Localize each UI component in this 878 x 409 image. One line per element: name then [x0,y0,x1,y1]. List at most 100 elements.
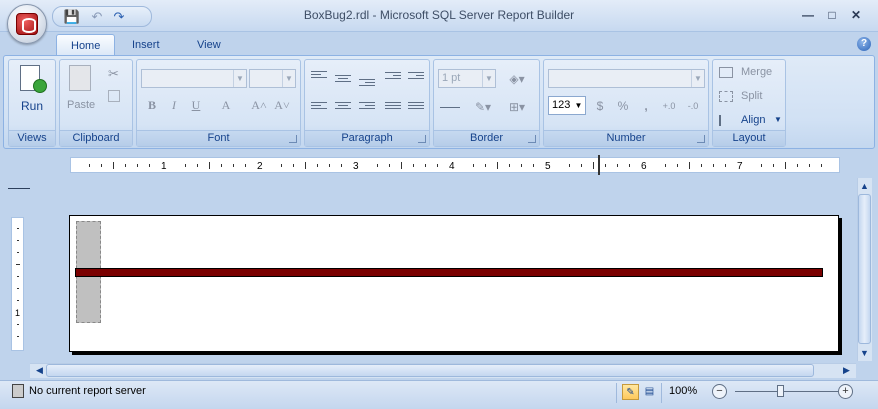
font-group: ▼ ▼ B I U A A˄ A˅ Font [136,59,301,147]
merge-button[interactable]: Merge [717,64,783,82]
align-top-icon[interactable] [311,71,327,83]
increase-decimal-button[interactable]: +.0 [658,96,680,116]
split-icon [719,91,733,102]
numbering-icon[interactable] [408,102,424,114]
server-icon [12,384,24,398]
ribbon-tabs: Home Insert View ? [0,32,878,56]
minimize-button[interactable]: — [798,7,818,23]
ribbon: Run Views Paste ✂ Clipboard ▼ ▼ B I U A … [3,55,875,149]
ruler-corner [8,188,30,189]
chevron-down-icon: ▼ [774,115,782,124]
align-button[interactable]: Align ▼ [717,112,783,130]
maximize-button[interactable]: □ [822,7,842,23]
vertical-scroll-thumb[interactable] [858,194,871,344]
align-center-icon[interactable] [335,102,351,114]
chevron-down-icon: ▼ [574,101,583,110]
tab-home[interactable]: Home [56,34,116,56]
tab-view[interactable]: View [183,34,235,56]
border-width-combo[interactable]: 1 pt ▼ [438,69,496,88]
ruler-mark: 7 [737,161,743,172]
bullets-icon[interactable] [385,102,401,114]
percent-button[interactable]: % [612,96,634,116]
run-label: Run [21,99,44,113]
paste-button[interactable]: Paste [63,62,99,122]
run-play-icon [33,79,47,93]
views-group: Run Views [8,59,56,147]
currency-button[interactable]: $ [589,96,611,116]
zoom-slider-thumb[interactable] [777,385,784,397]
border-color-icon[interactable]: ✎▾ [468,97,498,117]
align-left-icon[interactable] [311,102,327,114]
preview-view-button[interactable]: ▤ [641,384,658,400]
increase-indent-icon[interactable] [408,72,424,84]
align-middle-icon[interactable] [335,75,351,87]
font-group-label: Font [137,130,300,146]
help-icon[interactable]: ? [857,37,871,51]
font-name-combo[interactable]: ▼ [141,69,247,88]
border-width-value: 1 pt [442,72,461,84]
ruler-position-marker [598,155,600,175]
border-group-label: Border [434,130,539,146]
server-status: No current report server [29,385,146,397]
align-bottom-icon[interactable] [359,79,375,91]
close-button[interactable]: ✕ [846,7,866,23]
zoom-slider[interactable] [735,391,838,392]
italic-button[interactable]: I [163,95,185,115]
paste-icon [69,65,91,91]
application-menu-button[interactable] [7,4,47,44]
layout-group-label: Layout [713,130,785,146]
views-group-label: Views [9,130,55,146]
tab-insert[interactable]: Insert [118,34,174,56]
report-builder-logo-icon [16,13,38,35]
scroll-right-icon[interactable]: ▶ [840,364,853,377]
chevron-down-icon: ▼ [482,70,495,87]
border-dialog-launcher[interactable] [528,135,536,143]
scroll-left-icon[interactable]: ◀ [33,364,46,377]
design-view-button[interactable]: ✎ [622,384,639,400]
fill-color-icon[interactable]: ◈▾ [502,69,532,89]
align-right-icon[interactable] [359,102,375,114]
zoom-in-button[interactable]: + [838,384,853,399]
run-button[interactable]: Run [13,62,53,122]
placeholder-format-combo[interactable]: 123 ▼ [548,96,586,115]
line-item[interactable] [75,268,823,277]
paste-label: Paste [67,99,96,111]
split-button[interactable]: Split [717,88,783,106]
horizontal-scroll-thumb[interactable] [46,364,814,377]
decrease-indent-icon[interactable] [385,72,401,84]
scroll-down-icon[interactable]: ▼ [858,347,871,360]
border-group: 1 pt ▼ ◈▾ ✎▾ ⊞▾ Border [433,59,540,147]
status-separator [661,383,662,403]
vertical-ruler: 1 [11,217,24,351]
comma-button[interactable]: , [635,96,657,116]
shrink-font-button[interactable]: A˅ [271,95,293,115]
vruler-mark: 1 [15,308,21,318]
copy-icon[interactable] [108,90,120,102]
zoom-out-button[interactable]: − [712,384,727,399]
font-size-combo[interactable]: ▼ [249,69,296,88]
paragraph-group-label: Paragraph [305,130,429,146]
border-style-icon[interactable] [440,107,460,108]
number-format-combo[interactable]: ▼ [548,69,705,88]
chevron-down-icon: ▼ [282,70,295,87]
report-body[interactable] [69,215,839,352]
cut-icon[interactable]: ✂ [108,66,119,82]
number-dialog-launcher[interactable] [697,135,705,143]
title-bar: 💾 ↶ ↷ BoxBug2.rdl - Microsoft SQL Server… [0,0,878,32]
ruler-mark: 6 [641,161,647,172]
font-dialog-launcher[interactable] [289,135,297,143]
grow-font-button[interactable]: A˄ [248,95,270,115]
paragraph-dialog-launcher[interactable] [418,135,426,143]
number-group: ▼ 123 ▼ $ % , +.0 -.0 Number [543,59,709,147]
chevron-down-icon: ▼ [233,70,246,87]
scroll-up-icon[interactable]: ▲ [858,180,871,193]
layout-group: Merge Split Align ▼ Layout [712,59,786,147]
paragraph-group: Paragraph [304,59,430,147]
chevron-down-icon: ▼ [691,70,704,87]
underline-button[interactable]: U [185,95,207,115]
bold-button[interactable]: B [141,95,163,115]
borders-icon[interactable]: ⊞▾ [502,97,532,117]
font-color-button[interactable]: A [211,95,241,115]
clipboard-group: Paste ✂ Clipboard [59,59,133,147]
decrease-decimal-button[interactable]: -.0 [682,96,704,116]
